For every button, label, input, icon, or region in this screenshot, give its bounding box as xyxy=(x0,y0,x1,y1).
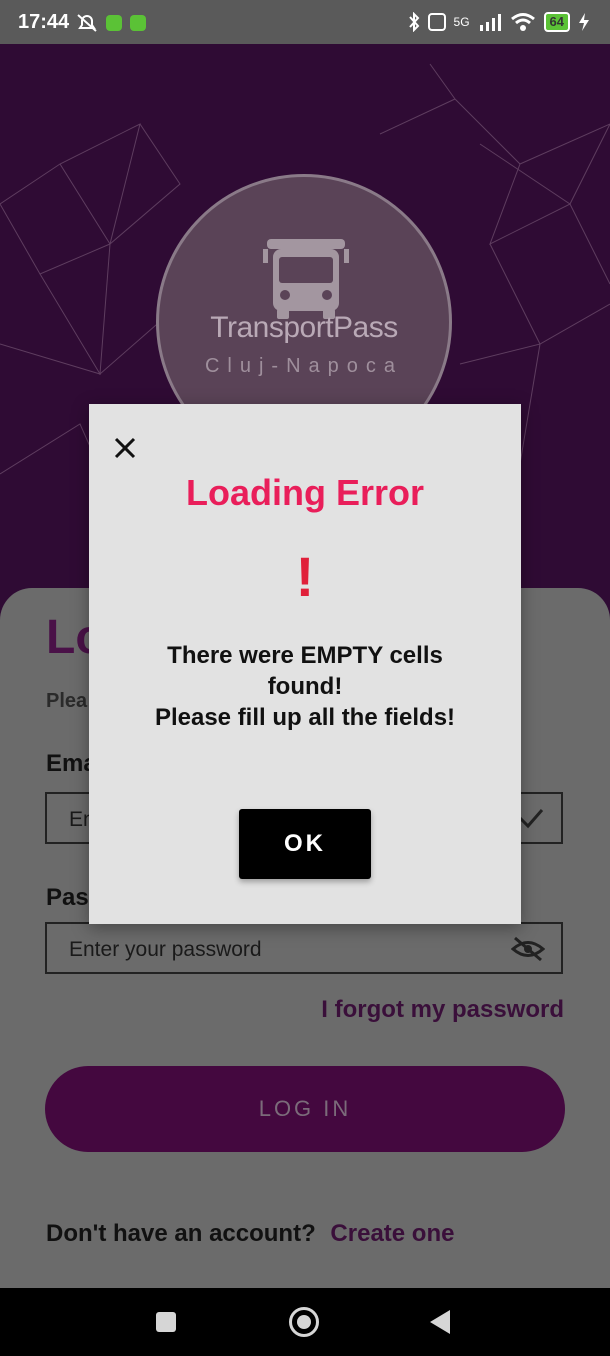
app-notification-icon xyxy=(130,15,146,31)
app-notification-icon xyxy=(106,15,122,31)
forgot-password-link[interactable]: I forgot my password xyxy=(321,996,564,1024)
status-left-icons xyxy=(76,13,146,33)
muted-bell-icon xyxy=(77,14,97,32)
battery-indicator: 64 xyxy=(543,12,570,32)
close-icon[interactable] xyxy=(113,436,137,460)
status-time: 17:44 xyxy=(18,11,70,33)
dialog-message-line2: Please fill up all the fields! xyxy=(154,704,456,731)
back-button[interactable] xyxy=(430,1310,450,1334)
dialog-message-line1: There were EMPTY cells found! xyxy=(167,642,443,700)
login-subheading: Plea xyxy=(46,690,88,712)
volte-icon xyxy=(427,13,446,31)
network-type: 5G xyxy=(453,15,470,29)
check-icon xyxy=(518,809,544,829)
logo-subtitle: Cluj-Napoca xyxy=(204,355,404,377)
navigation-bar xyxy=(0,1288,610,1356)
hide-password-icon[interactable] xyxy=(511,936,545,962)
ok-button[interactable]: OK xyxy=(239,809,371,879)
recents-button[interactable] xyxy=(156,1312,176,1332)
status-right-icons: 5G 64 xyxy=(408,12,590,32)
bus-icon xyxy=(263,239,349,319)
exclamation-icon: ! xyxy=(295,545,315,608)
dialog-message: There were EMPTY cells found! Please fil… xyxy=(129,640,481,733)
wifi-icon xyxy=(510,13,535,31)
password-label: Pas xyxy=(46,884,89,911)
error-dialog: Loading Error ! There were EMPTY cells f… xyxy=(89,404,521,924)
password-field[interactable]: Enter your password xyxy=(45,922,563,974)
no-account-text: Don't have an account? xyxy=(46,1220,316,1247)
charging-icon xyxy=(579,13,589,31)
password-placeholder: Enter your password xyxy=(69,938,262,961)
bluetooth-icon xyxy=(408,12,419,32)
home-button[interactable] xyxy=(289,1307,319,1337)
status-bar: 17:44 5G 64 xyxy=(0,0,610,44)
signal-icon xyxy=(479,14,501,31)
login-button[interactable]: LOG IN xyxy=(45,1066,565,1152)
dialog-title: Loading Error xyxy=(185,472,424,513)
create-account-link[interactable]: Create one xyxy=(330,1220,454,1247)
signup-prompt: Don't have an account? Create one xyxy=(46,1220,454,1248)
logo-title: TransportPass xyxy=(210,311,398,344)
